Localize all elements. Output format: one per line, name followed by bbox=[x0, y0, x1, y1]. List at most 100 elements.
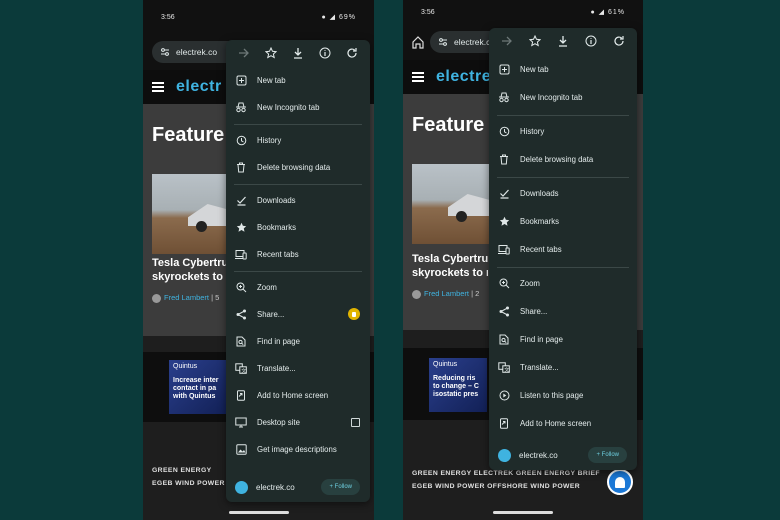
follow-button[interactable]: + Follow bbox=[588, 447, 627, 463]
menu-action-row bbox=[226, 40, 370, 66]
article-title-line: Tesla Cybertru bbox=[152, 257, 229, 269]
overflow-menu: New tab New Incognito tab History Delete br… bbox=[489, 28, 637, 470]
author-line[interactable]: Fred Lambert | 2 bbox=[412, 289, 479, 299]
author-name: Fred Lambert bbox=[424, 289, 470, 298]
home-icon[interactable] bbox=[411, 35, 425, 49]
bookmark-star-icon[interactable] bbox=[528, 34, 542, 48]
site-settings-icon[interactable] bbox=[438, 37, 448, 47]
info-icon[interactable] bbox=[584, 34, 598, 48]
site-logo[interactable]: electre bbox=[436, 68, 491, 86]
menu-item-new-incognito-tab[interactable]: New Incognito tab bbox=[226, 96, 370, 118]
menu-item-label: Delete browsing data bbox=[257, 162, 331, 172]
menu-item-zoom[interactable]: Zoom bbox=[226, 276, 370, 298]
refresh-icon[interactable] bbox=[345, 46, 359, 60]
menu-item-label: New tab bbox=[257, 75, 286, 85]
menu-item-share[interactable]: Share... bbox=[226, 303, 370, 325]
site-logo[interactable]: electr bbox=[176, 78, 222, 96]
ad-creative[interactable]: Quintus Reducing ris to change – C isost… bbox=[429, 358, 487, 412]
hamburger-menu-icon[interactable] bbox=[152, 82, 164, 92]
menu-item-downloads[interactable]: Downloads bbox=[226, 189, 370, 211]
article-title-line: skyrockets to r bbox=[412, 267, 488, 279]
url-text: electrek.co bbox=[176, 47, 218, 57]
phone-screenshot-left: 3:56 ● ◢ 69% electrek.co electr Feature … bbox=[143, 0, 374, 520]
menu-item-label: Downloads bbox=[257, 195, 296, 205]
download-check-icon bbox=[235, 194, 247, 206]
gesture-bar bbox=[493, 511, 553, 514]
menu-item-get-image-descriptions[interactable]: Get image descriptions bbox=[226, 438, 370, 460]
menu-item-label: Translate... bbox=[520, 362, 559, 372]
menu-item-translate[interactable]: 文 Translate... bbox=[226, 357, 370, 379]
bookmark-star-icon[interactable] bbox=[264, 46, 278, 60]
menu-item-translate[interactable]: 文 Translate... bbox=[489, 356, 637, 378]
devices-icon bbox=[498, 243, 510, 255]
menu-item-label: Desktop site bbox=[257, 417, 300, 427]
menu-separator bbox=[497, 115, 629, 116]
menu-item-new-incognito-tab[interactable]: New Incognito tab bbox=[489, 86, 637, 108]
menu-item-listen-to-this-page[interactable]: Listen to this page bbox=[489, 384, 637, 406]
menu-item-label: New Incognito tab bbox=[257, 102, 320, 112]
menu-item-label: New Incognito tab bbox=[520, 92, 583, 102]
menu-item-recent-tabs[interactable]: Recent tabs bbox=[489, 238, 637, 260]
overflow-menu: New tab New Incognito tab History Delete br… bbox=[226, 40, 370, 502]
menu-item-history[interactable]: History bbox=[489, 120, 637, 142]
download-icon[interactable] bbox=[291, 46, 305, 60]
download-icon[interactable] bbox=[556, 34, 570, 48]
menu-item-delete-browsing-data[interactable]: Delete browsing data bbox=[489, 148, 637, 170]
battery-level: 61% bbox=[607, 9, 625, 16]
share-icon bbox=[235, 308, 247, 320]
menu-item-label: Downloads bbox=[520, 188, 559, 198]
article-title-line: skyrockets to r bbox=[152, 271, 231, 283]
site-settings-icon[interactable] bbox=[160, 47, 170, 57]
menu-item-find-in-page[interactable]: Find in page bbox=[226, 330, 370, 352]
menu-item-delete-browsing-data[interactable]: Delete browsing data bbox=[226, 156, 370, 178]
notification-bell-icon[interactable] bbox=[607, 469, 633, 495]
menu-action-row bbox=[489, 28, 637, 54]
article-title[interactable]: Tesla Cybertru skyrockets to r bbox=[152, 256, 232, 284]
ad-text: Reducing ris to change – C isostatic pre… bbox=[433, 375, 479, 398]
translate-icon: 文 bbox=[235, 362, 247, 374]
menu-item-desktop-site[interactable]: Desktop site bbox=[226, 411, 370, 433]
tags-line[interactable]: EGEB WIND POWER OFFSHORE WIND POWER bbox=[412, 480, 600, 493]
menu-item-add-to-home-screen[interactable]: Add to Home screen bbox=[489, 412, 637, 434]
category-tags: GREEN ENERGY EGEB WIND POWER bbox=[152, 464, 225, 490]
menu-item-label: Translate... bbox=[257, 363, 296, 373]
hamburger-menu-icon[interactable] bbox=[412, 72, 424, 82]
feature-heading: Feature bbox=[412, 114, 485, 136]
forward-arrow-icon[interactable] bbox=[500, 34, 514, 48]
menu-item-bookmarks[interactable]: Bookmarks bbox=[489, 210, 637, 232]
refresh-icon[interactable] bbox=[612, 34, 626, 48]
menu-item-label: New tab bbox=[520, 64, 549, 74]
author-line[interactable]: Fred Lambert | 5 bbox=[152, 293, 219, 303]
menu-item-zoom[interactable]: Zoom bbox=[489, 272, 637, 294]
menu-item-downloads[interactable]: Downloads bbox=[489, 182, 637, 204]
menu-item-label: History bbox=[257, 135, 282, 145]
menu-item-find-in-page[interactable]: Find in page bbox=[489, 328, 637, 350]
menu-separator bbox=[234, 124, 362, 125]
tags-line[interactable]: GREEN ENERGY bbox=[152, 464, 225, 477]
menu-item-history[interactable]: History bbox=[226, 129, 370, 151]
article-title[interactable]: Tesla Cybertru skyrockets to r bbox=[412, 252, 488, 280]
desktop-site-checkbox[interactable] bbox=[351, 417, 360, 427]
menu-item-label: Find in page bbox=[520, 334, 563, 344]
status-time: 3:56 bbox=[161, 14, 175, 21]
menu-item-bookmarks[interactable]: Bookmarks bbox=[226, 216, 370, 238]
info-icon[interactable] bbox=[318, 46, 332, 60]
gesture-bar bbox=[229, 511, 289, 514]
menu-item-label: Share... bbox=[257, 309, 285, 319]
tags-line[interactable]: EGEB WIND POWER bbox=[152, 477, 225, 490]
menu-item-new-tab[interactable]: New tab bbox=[226, 69, 370, 91]
menu-item-add-to-home-screen[interactable]: Add to Home screen bbox=[226, 384, 370, 406]
incognito-icon bbox=[498, 91, 510, 103]
follow-button[interactable]: + Follow bbox=[321, 479, 360, 495]
ad-creative[interactable]: Quintus Increase inter contact in pa wit… bbox=[169, 360, 227, 414]
menu-item-new-tab[interactable]: New tab bbox=[489, 58, 637, 80]
find-icon bbox=[498, 333, 510, 345]
menu-item-label: Recent tabs bbox=[520, 244, 562, 254]
forward-arrow-icon[interactable] bbox=[237, 46, 251, 60]
site-favicon bbox=[235, 480, 248, 494]
ad-text: Increase inter contact in pa with Quintu… bbox=[173, 377, 219, 400]
menu-item-recent-tabs[interactable]: Recent tabs bbox=[226, 243, 370, 265]
battery-level: 69% bbox=[338, 14, 356, 21]
feature-heading: Feature bbox=[152, 124, 225, 146]
menu-item-share[interactable]: Share... bbox=[489, 300, 637, 322]
